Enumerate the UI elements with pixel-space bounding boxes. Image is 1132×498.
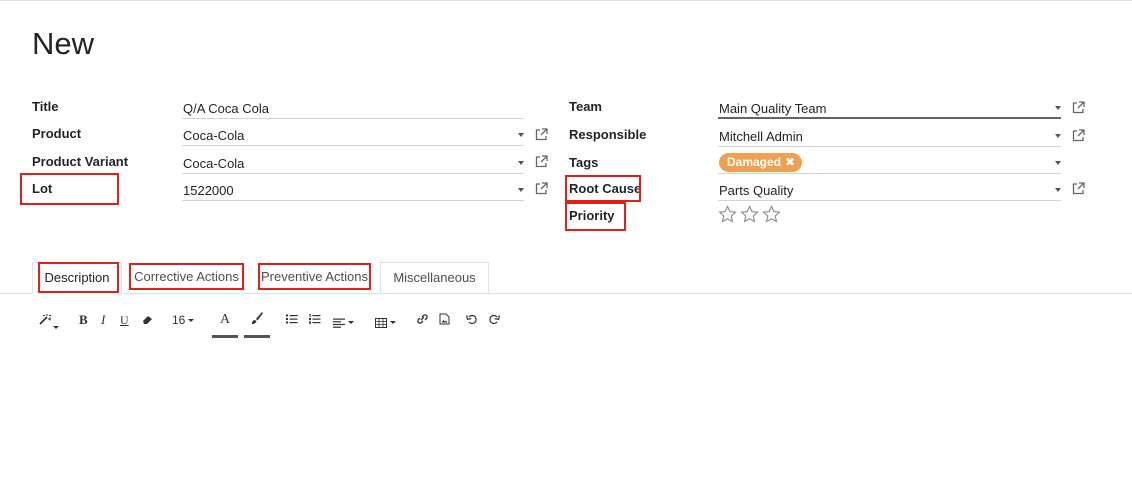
highlight-box xyxy=(565,202,626,231)
chevron-down-icon[interactable] xyxy=(518,188,524,192)
remove-tag-icon[interactable]: ✖ xyxy=(785,155,795,169)
background-color-indicator xyxy=(244,335,270,338)
lot-value: 1522000 xyxy=(183,183,234,198)
tag-badge: Damaged ✖ xyxy=(719,153,803,172)
product-variant-select[interactable]: Coca-Cola xyxy=(182,152,524,174)
image-button[interactable] xyxy=(439,313,450,329)
tab-miscellaneous[interactable]: Miscellaneous xyxy=(380,262,489,294)
link-button[interactable] xyxy=(416,313,429,329)
eraser-button[interactable] xyxy=(142,314,154,330)
font-size-dropdown[interactable]: 16 xyxy=(172,312,195,328)
eraser-icon xyxy=(143,316,152,324)
italic-button[interactable]: I xyxy=(101,312,105,328)
link-icon xyxy=(417,314,428,324)
underline-button[interactable]: U xyxy=(120,312,129,328)
product-variant-value: Coca-Cola xyxy=(183,156,245,171)
align-icon xyxy=(333,318,345,328)
product-value: Coca-Cola xyxy=(183,128,245,143)
external-link-icon[interactable] xyxy=(535,128,548,141)
product-label: Product xyxy=(32,126,82,141)
team-select[interactable]: Main Quality Team xyxy=(718,97,1061,119)
ordered-list-icon xyxy=(309,314,321,324)
team-label: Team xyxy=(569,99,602,114)
font-color-button[interactable]: A xyxy=(220,312,230,328)
chevron-down-icon[interactable] xyxy=(518,161,524,165)
product-select[interactable]: Coca-Cola xyxy=(182,124,524,146)
chevron-down-icon xyxy=(188,319,195,323)
highlight-box xyxy=(565,175,641,202)
responsible-select[interactable]: Mitchell Admin xyxy=(718,125,1061,147)
redo-button[interactable] xyxy=(488,313,500,329)
external-link-icon[interactable] xyxy=(535,155,548,168)
chevron-down-icon[interactable] xyxy=(53,319,59,335)
tag-label: Damaged xyxy=(727,155,782,169)
root-cause-select[interactable]: Parts Quality xyxy=(718,179,1061,201)
bold-button[interactable]: B xyxy=(79,312,88,328)
image-icon xyxy=(439,313,450,325)
table-dropdown[interactable] xyxy=(375,314,396,330)
chevron-down-icon[interactable] xyxy=(1055,188,1061,192)
star-icon[interactable] xyxy=(718,205,737,223)
responsible-value: Mitchell Admin xyxy=(719,129,803,144)
lot-select[interactable]: 1522000 xyxy=(182,179,524,201)
unordered-list-button[interactable] xyxy=(286,314,298,330)
redo-icon xyxy=(489,314,500,325)
root-cause-value: Parts Quality xyxy=(719,183,794,198)
responsible-label: Responsible xyxy=(569,127,647,142)
background-color-button[interactable] xyxy=(250,311,264,327)
editor-toolbar: B I U 16 A xyxy=(0,308,600,340)
product-variant-label: Product Variant xyxy=(32,154,129,169)
undo-icon xyxy=(466,314,477,325)
priority-widget[interactable] xyxy=(718,205,784,228)
team-value: Main Quality Team xyxy=(719,101,827,116)
external-link-icon[interactable] xyxy=(535,182,548,195)
chevron-down-icon[interactable] xyxy=(1055,161,1061,165)
table-icon xyxy=(375,317,387,328)
chevron-down-icon xyxy=(348,321,354,325)
description-editor[interactable] xyxy=(0,345,1132,495)
chevron-down-icon[interactable] xyxy=(1055,134,1061,138)
paintbrush-icon xyxy=(252,312,263,324)
ordered-list-button[interactable] xyxy=(309,314,321,330)
top-divider xyxy=(0,0,1132,1)
external-link-icon[interactable] xyxy=(1072,182,1085,195)
tags-label: Tags xyxy=(569,155,599,170)
undo-button[interactable] xyxy=(466,313,478,329)
highlight-box xyxy=(258,263,371,290)
star-icon[interactable] xyxy=(762,205,781,223)
highlight-box xyxy=(20,173,119,205)
highlight-box xyxy=(38,262,119,293)
unordered-list-icon xyxy=(286,314,298,324)
font-color-indicator xyxy=(212,335,238,338)
title-label: Title xyxy=(32,99,59,114)
title-value: Q/A Coca Cola xyxy=(183,101,269,116)
chevron-down-icon[interactable] xyxy=(1055,106,1061,110)
font-size-value: 16 xyxy=(172,313,186,327)
external-link-icon[interactable] xyxy=(1072,101,1085,114)
highlight-box xyxy=(129,263,244,290)
page-title: New xyxy=(32,26,95,61)
title-field[interactable]: Q/A Coca Cola xyxy=(182,97,524,119)
paragraph-align-dropdown[interactable] xyxy=(333,314,354,330)
star-icon[interactable] xyxy=(740,205,759,223)
chevron-down-icon xyxy=(390,321,396,325)
external-link-icon[interactable] xyxy=(1072,129,1085,142)
chevron-down-icon[interactable] xyxy=(518,133,524,137)
